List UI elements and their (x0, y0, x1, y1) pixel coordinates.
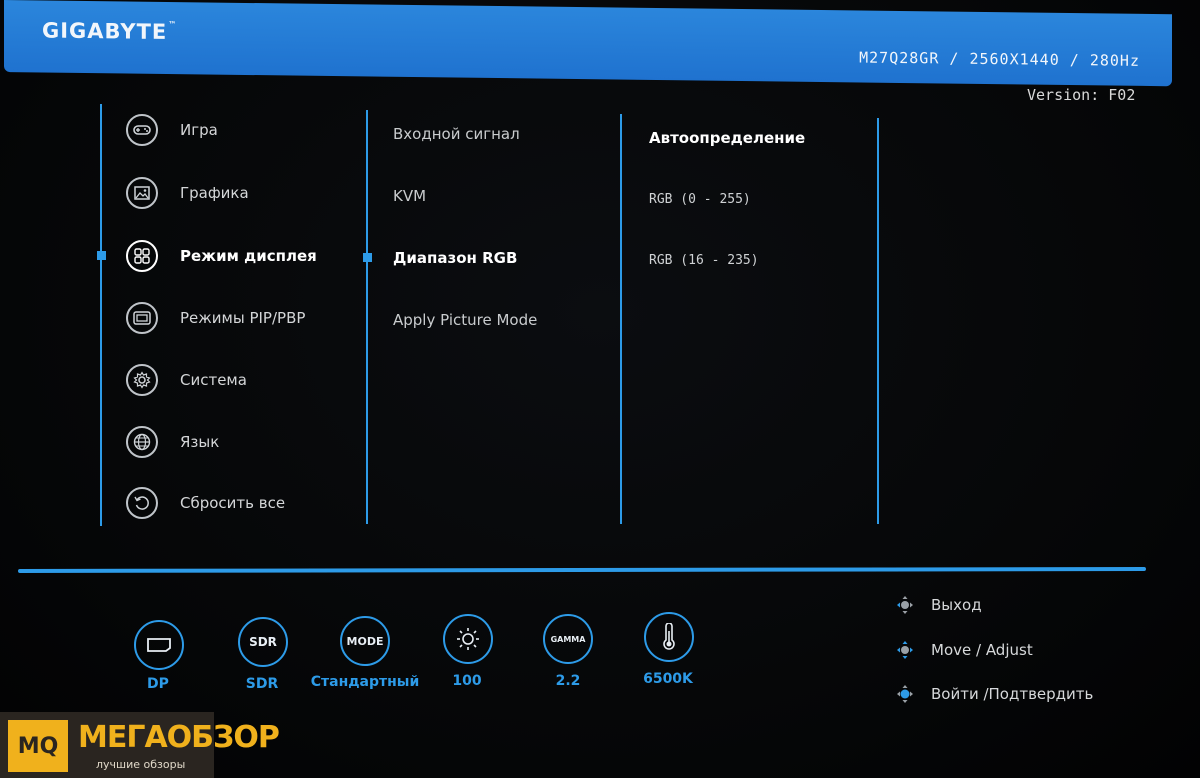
menu-item-label: Режим дисплея (180, 247, 317, 265)
picture-mode-value: Стандартный (310, 674, 420, 690)
joystick-press-icon (893, 682, 917, 706)
menu-item-pip-pbp[interactable]: Режимы PIP/PBP (126, 300, 305, 336)
submenu-selection-marker (363, 253, 372, 262)
hint-exit: Выход (893, 593, 982, 617)
hint-enter-confirm: Войти /Подтвердить (893, 682, 1093, 706)
menu-item-label: Система (180, 371, 247, 389)
color-temperature-value: 6500K (643, 671, 693, 687)
menu-item-label: Режимы PIP/PBP (180, 309, 306, 327)
watermark-name: МЕГАОБЗОР (78, 720, 280, 755)
menu-column-divider (100, 104, 102, 526)
menu-item-display-mode[interactable]: Режим дисплея (126, 238, 317, 274)
brightness-value: 100 (452, 673, 482, 689)
hint-label: Войти /Подтвердить (931, 685, 1094, 703)
brand-logo: GIGABYTE™ (42, 18, 178, 44)
submenu-apply-picture-mode[interactable]: Apply Picture Mode (393, 311, 537, 329)
brightness-icon (443, 614, 493, 664)
option-rgb-full[interactable]: RGB (0 - 255) (649, 192, 751, 207)
menu-item-label: Сбросить все (180, 494, 286, 512)
osd-header: GIGABYTE™ M27Q28GR / 2560X1440 / 280Hz (4, 0, 1172, 87)
displayport-icon (134, 620, 184, 670)
thermometer-icon (644, 612, 694, 662)
option-rgb-limited[interactable]: RGB (16 - 235) (649, 253, 759, 268)
menu-item-graphics[interactable]: Графика (126, 175, 249, 211)
sdr-icon: SDR (238, 617, 288, 667)
submenu-kvm[interactable]: KVM (393, 187, 426, 205)
picture-icon (126, 177, 158, 209)
menu-item-reset-all[interactable]: Сбросить все (126, 485, 285, 521)
gear-icon (126, 364, 158, 396)
input-source-value: DP (147, 676, 169, 692)
site-watermark: MQ МЕГАОБЗОР лучшие обзоры (0, 712, 280, 778)
watermark-tagline: лучшие обзоры (96, 758, 186, 771)
options-column-divider-right (877, 118, 879, 524)
globe-icon (126, 426, 158, 458)
gamepad-icon (126, 114, 158, 146)
hint-label: Выход (931, 596, 982, 614)
menu-item-label: Игра (180, 121, 218, 139)
hdr-mode-value: SDR (245, 676, 279, 692)
submenu-rgb-range[interactable]: Диапазон RGB (393, 249, 517, 267)
menu-selection-marker (97, 251, 106, 260)
submenu-input-signal[interactable]: Входной сигнал (393, 125, 520, 143)
model-info: M27Q28GR / 2560X1440 / 280Hz (859, 48, 1140, 70)
options-column-divider-left (620, 114, 622, 524)
reset-icon (126, 487, 158, 519)
gamma-icon: GAMMA (543, 614, 593, 664)
submenu-column-divider (366, 110, 368, 524)
menu-item-language[interactable]: Язык (126, 424, 219, 460)
option-auto-detect[interactable]: Автоопределение (649, 129, 805, 147)
gamma-value: 2.2 (555, 673, 581, 689)
mode-icon: MODE (340, 616, 390, 666)
hint-move-adjust: Move / Adjust (893, 638, 1033, 662)
menu-item-system[interactable]: Система (126, 362, 247, 398)
status-separator (17, 567, 1147, 573)
joystick-move-icon (893, 638, 917, 662)
watermark-logo: MQ (8, 720, 68, 772)
hint-label: Move / Adjust (931, 641, 1033, 659)
pip-icon (126, 302, 158, 334)
grid-icon (126, 240, 158, 272)
menu-item-label: Графика (180, 184, 249, 202)
firmware-version: Version: F02 (1027, 86, 1136, 104)
menu-item-game[interactable]: Игра (126, 112, 218, 148)
menu-item-label: Язык (180, 433, 220, 451)
joystick-left-icon (893, 593, 917, 617)
